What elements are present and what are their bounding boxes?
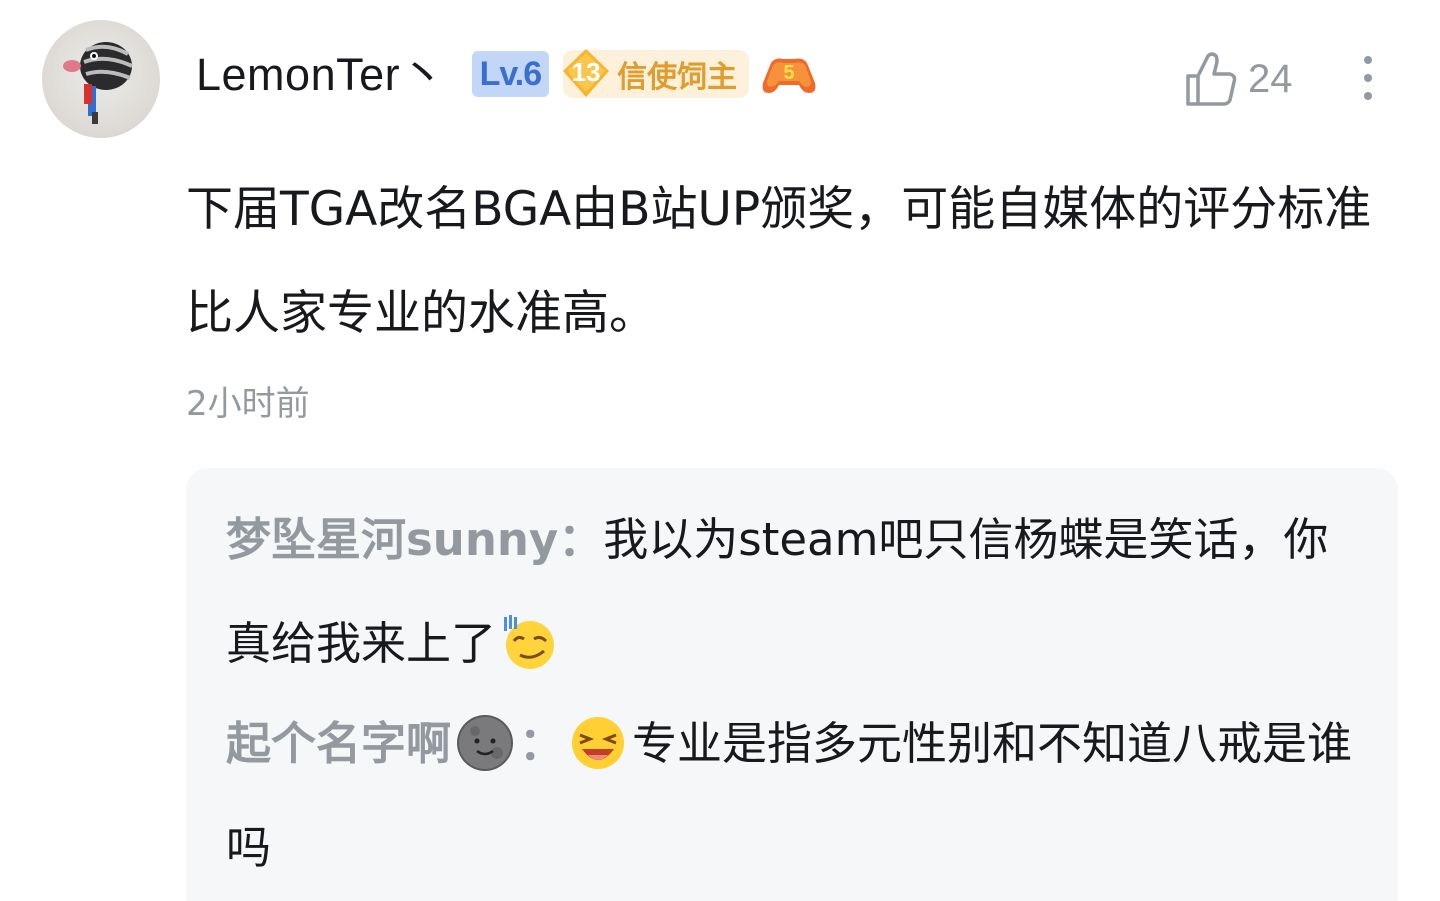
avatar[interactable] [42, 20, 160, 138]
more-vertical-icon[interactable] [1352, 54, 1384, 104]
replies-panel[interactable]: 梦坠星河sunny：我以为steam吧只信杨蝶是笑话，你真给我来上了 起个名字啊… [186, 468, 1398, 901]
like-button[interactable]: 24 [1184, 50, 1293, 108]
smirk-emoji-icon [504, 615, 555, 669]
comment-card: LemonTer丶 Lv.6 13 信使饲主 5 24 下届TGA改名BGA由B… [0, 0, 1440, 901]
comment-text: 下届TGA改名BGA由B站UP颁奖，可能自媒体的评分标准比人家专业的水准高。 [186, 182, 1372, 341]
fan-medal-level: 13 [571, 57, 601, 87]
reply-item[interactable]: 梦坠星河sunny：我以为steam吧只信杨蝶是笑话，你真给我来上了 [226, 488, 1366, 696]
guard-level: 5 [784, 62, 795, 84]
comment-time: 2小时前 [186, 384, 310, 424]
thumbs-up-icon [1186, 52, 1237, 106]
reply-separator: ： [519, 717, 565, 770]
comment-header: LemonTer丶 Lv.6 13 信使饲主 5 [196, 44, 817, 104]
reply-username[interactable]: 起个名字啊 [226, 717, 451, 770]
reply-item[interactable]: 起个名字啊 ： 专业是指多元性别和不知道八戒是谁吗 [226, 692, 1366, 900]
moon-face-emoji-icon [457, 715, 514, 771]
reply-separator: ： [558, 513, 604, 566]
reply-username[interactable]: 梦坠星河sunny [226, 513, 558, 566]
username[interactable]: LemonTer丶 [196, 52, 446, 97]
like-count: 24 [1248, 56, 1293, 101]
laughing-emoji-icon [572, 717, 625, 769]
fan-medal-badge[interactable]: 13 信使饲主 [563, 49, 750, 98]
fan-medal-level-icon: 13 [559, 47, 613, 101]
level-badge: Lv.6 [471, 51, 550, 97]
fan-medal-name: 信使饲主 [617, 60, 738, 95]
gamepad-icon: 5 [762, 58, 816, 93]
